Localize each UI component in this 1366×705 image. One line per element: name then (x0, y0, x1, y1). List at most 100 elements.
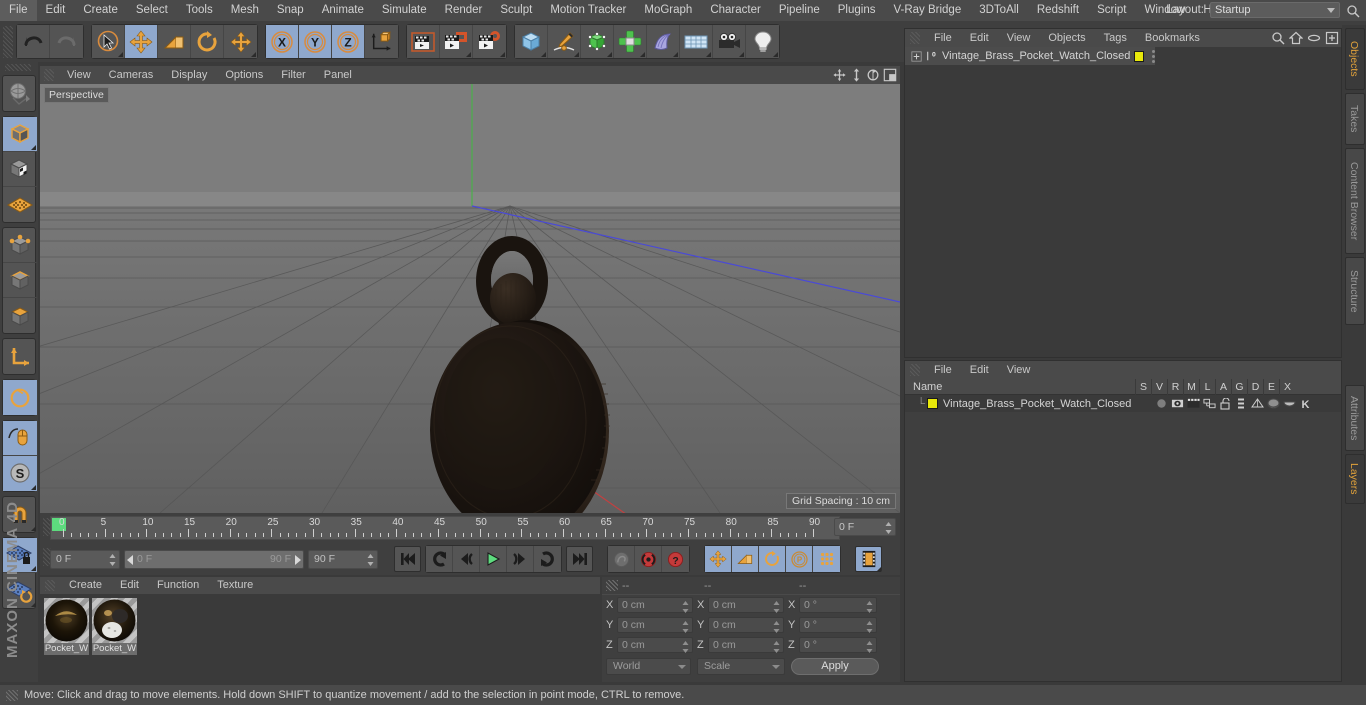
viewport-3d-canvas[interactable]: Y Z X Perspective Grid Spacing : 10 cm (40, 84, 900, 513)
range-left-arrow-icon[interactable] (127, 554, 133, 565)
menu-item-snap[interactable]: Snap (268, 0, 313, 21)
material-menu-texture[interactable]: Texture (208, 577, 262, 594)
menu-item-file[interactable]: File (0, 0, 37, 21)
coord-system-dropdown[interactable]: World (606, 657, 691, 675)
timeline-end-field[interactable]: 90 F (308, 549, 378, 569)
move-alt-button[interactable] (224, 25, 257, 58)
position-x-field[interactable]: 0 cm (617, 597, 693, 613)
home-icon[interactable] (1289, 31, 1303, 45)
viewport-menu-display[interactable]: Display (162, 66, 216, 84)
dolly-icon[interactable] (850, 68, 863, 82)
add-light-button[interactable] (746, 25, 779, 58)
viewport-menu-filter[interactable]: Filter (272, 66, 314, 84)
current-frame-field[interactable]: 0 F (834, 518, 896, 536)
spinner-icon[interactable] (682, 601, 689, 613)
previous-key-button[interactable] (426, 546, 453, 572)
layer-column-e[interactable]: E (1263, 378, 1279, 395)
rotate-view-icon[interactable] (866, 68, 880, 82)
vtab-content-browser[interactable]: Content Browser (1345, 148, 1365, 254)
apply-button[interactable]: Apply (791, 657, 879, 675)
manager-toggle[interactable] (1201, 395, 1217, 412)
next-key-button[interactable] (534, 546, 561, 572)
object-tree-row[interactable]: 0 Vintage_Brass_Pocket_Watch_Closed (905, 47, 1155, 65)
viewport-menu-panel[interactable]: Panel (315, 66, 361, 84)
edges-mode-button[interactable] (3, 263, 37, 298)
pla-key-button[interactable] (813, 546, 840, 572)
polygons-mode-button[interactable] (3, 298, 37, 333)
material-grip[interactable] (45, 580, 55, 591)
menu-item-3dtoall[interactable]: 3DToAll (970, 0, 1028, 21)
menu-item-script[interactable]: Script (1088, 0, 1135, 21)
coordinates-grip[interactable] (606, 580, 618, 591)
texture-mode-button[interactable] (3, 152, 37, 187)
layer-column-m[interactable]: M (1183, 378, 1199, 395)
menu-item-render[interactable]: Render (436, 0, 492, 21)
lock-toggle[interactable] (1217, 395, 1233, 412)
object-menu-edit[interactable]: Edit (961, 29, 998, 47)
object-menu-tags[interactable]: Tags (1095, 29, 1136, 47)
parameter-key-button[interactable]: P (786, 546, 813, 572)
status-grip[interactable] (6, 689, 18, 701)
left-toolbar-grip[interactable] (5, 64, 31, 71)
material-menu-edit[interactable]: Edit (111, 577, 148, 594)
scale-key-button[interactable] (732, 546, 759, 572)
object-menu-bookmarks[interactable]: Bookmarks (1136, 29, 1209, 47)
rotation-z-field[interactable]: 0 ° (799, 637, 877, 653)
material-thumbnail[interactable] (92, 598, 137, 643)
spinner-icon[interactable] (367, 553, 374, 566)
spinner-icon[interactable] (885, 522, 892, 534)
scale-tool-button[interactable] (158, 25, 191, 58)
object-menu-objects[interactable]: Objects (1039, 29, 1094, 47)
size-z-field[interactable]: 0 cm (708, 637, 784, 653)
autokeying-button[interactable] (635, 546, 662, 572)
vtab-takes[interactable]: Takes (1345, 93, 1365, 145)
range-right-arrow-icon[interactable] (295, 554, 301, 565)
search-icon[interactable] (1346, 4, 1360, 18)
viewport-solo-button[interactable] (3, 380, 37, 415)
rotation-x-field[interactable]: 0 ° (799, 597, 877, 613)
play-button[interactable] (480, 546, 507, 572)
material-item[interactable]: Pocket_W (92, 598, 137, 658)
object-menu-view[interactable]: View (998, 29, 1040, 47)
add-layer-icon[interactable] (1325, 31, 1339, 45)
size-y-field[interactable]: 0 cm (708, 617, 784, 633)
material-list[interactable]: Pocket_W Pocket_W (40, 594, 600, 682)
size-x-field[interactable]: 0 cm (708, 597, 784, 613)
add-camera-button[interactable] (713, 25, 746, 58)
spinner-icon[interactable] (682, 641, 689, 653)
menu-item-sculpt[interactable]: Sculpt (491, 0, 541, 21)
make-editable-button[interactable] (3, 76, 37, 111)
undo-button[interactable] (17, 25, 50, 58)
position-key-button[interactable] (705, 546, 732, 572)
add-spline-button[interactable] (548, 25, 581, 58)
move-tool-button[interactable] (125, 25, 158, 58)
menu-item-tools[interactable]: Tools (177, 0, 222, 21)
axis-modification-button[interactable] (3, 339, 37, 374)
position-z-field[interactable]: 0 cm (617, 637, 693, 653)
spinner-icon[interactable] (109, 553, 116, 566)
workplane-button[interactable] (3, 187, 37, 222)
axis-z-button[interactable]: Z (332, 25, 365, 58)
menu-item-mesh[interactable]: Mesh (222, 0, 268, 21)
redo-button[interactable] (50, 25, 83, 58)
menu-item-edit[interactable]: Edit (37, 0, 75, 21)
menu-item-simulate[interactable]: Simulate (373, 0, 436, 21)
record-active-objects-button[interactable] (608, 546, 635, 572)
expand-plus-icon[interactable] (911, 50, 922, 63)
viewport-menu-cameras[interactable]: Cameras (100, 66, 163, 84)
menu-item-pipeline[interactable]: Pipeline (770, 0, 829, 21)
object-menu-file[interactable]: File (925, 29, 961, 47)
spinner-icon[interactable] (773, 641, 780, 653)
timeline-button[interactable] (855, 546, 882, 572)
live-selection-button[interactable] (92, 25, 125, 58)
deformer-toggle[interactable] (1265, 395, 1281, 412)
render-settings-button[interactable] (473, 25, 506, 58)
vtab-attributes[interactable]: Attributes (1345, 385, 1365, 451)
enable-snapping-button[interactable] (3, 421, 37, 456)
layer-column-d[interactable]: D (1247, 378, 1263, 395)
layout-dropdown[interactable]: Startup (1210, 2, 1340, 18)
material-item[interactable]: Pocket_W (44, 598, 89, 658)
tag-dots-icon[interactable] (1151, 49, 1155, 63)
step-back-button[interactable] (453, 546, 480, 572)
render-view-button[interactable] (407, 25, 440, 58)
